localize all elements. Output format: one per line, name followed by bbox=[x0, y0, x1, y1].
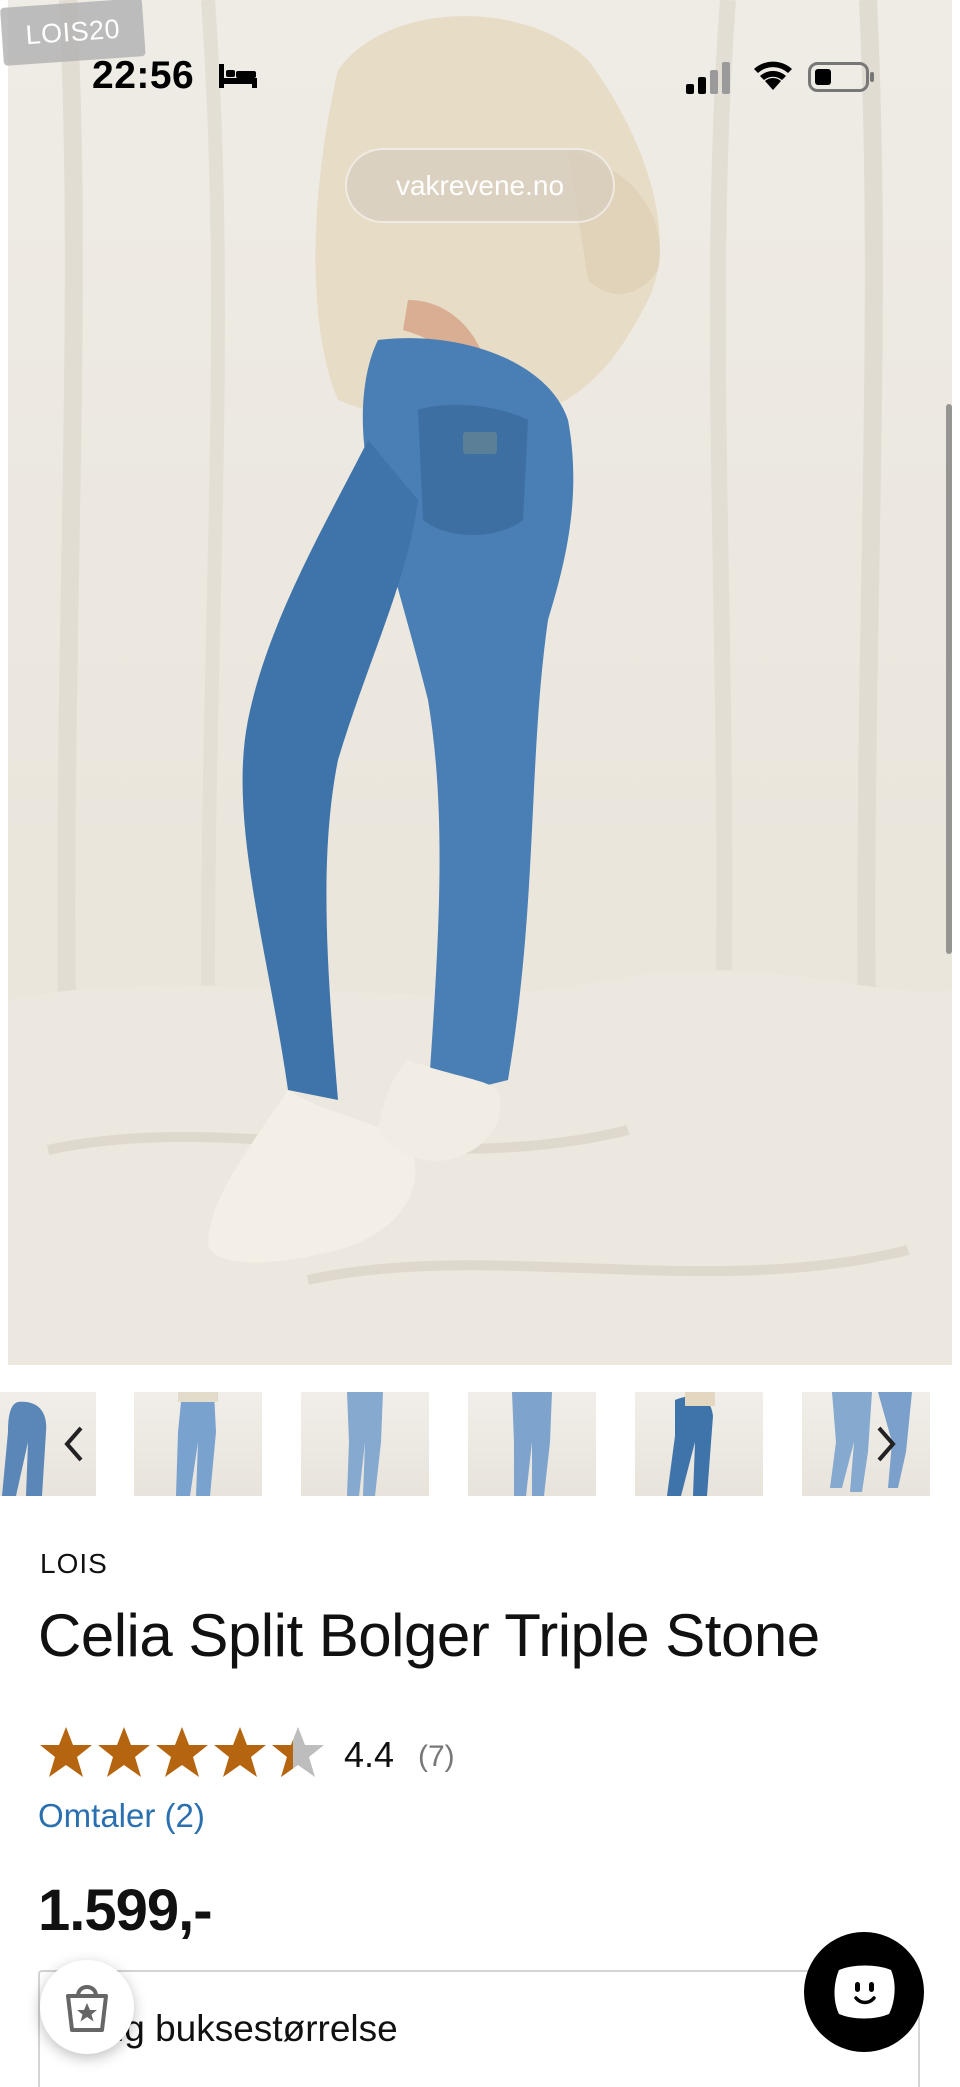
star-filled-icon bbox=[156, 1727, 208, 1777]
gallery-thumbnail[interactable] bbox=[635, 1392, 763, 1496]
product-price: 1.599,- bbox=[38, 1878, 213, 1943]
status-time: 22:56 bbox=[92, 54, 195, 97]
size-select-dropdown[interactable]: ig buksestørrelse bbox=[38, 1970, 920, 2087]
wifi-icon bbox=[754, 61, 792, 90]
gallery-thumbnail-strip bbox=[0, 1392, 960, 1498]
star-filled-icon bbox=[214, 1727, 266, 1777]
gallery-thumbnail[interactable] bbox=[468, 1392, 596, 1496]
shop-rewards-button[interactable] bbox=[40, 1960, 134, 2054]
star-filled-icon bbox=[98, 1727, 150, 1777]
size-select-label: ig buksestørrelse bbox=[116, 2008, 398, 2049]
rating-count: (7) bbox=[418, 1740, 455, 1773]
page-scrollbar[interactable] bbox=[946, 404, 952, 954]
rating-stars[interactable] bbox=[38, 1725, 326, 1781]
gallery-thumbnail[interactable] bbox=[301, 1392, 429, 1496]
rating-value: 4.4 bbox=[344, 1734, 395, 1775]
chevron-left-icon[interactable] bbox=[50, 1420, 98, 1468]
signal-icon bbox=[686, 62, 730, 94]
star-empty-icon bbox=[272, 1727, 324, 1777]
browser-url-bar[interactable]: vakrevene.no bbox=[345, 148, 615, 223]
reviews-link[interactable]: Omtaler (2) bbox=[38, 1797, 205, 1835]
chat-button[interactable] bbox=[804, 1932, 924, 2052]
product-brand[interactable]: LOIS bbox=[40, 1548, 108, 1580]
chat-face-icon bbox=[834, 1965, 895, 2019]
product-title: Celia Split Bolger Triple Stone bbox=[38, 1602, 820, 1669]
gallery-thumbnail[interactable] bbox=[134, 1392, 262, 1496]
shopping-bag-star-icon bbox=[66, 1985, 108, 2032]
star-filled-icon bbox=[40, 1727, 92, 1777]
bed-icon bbox=[219, 64, 257, 88]
chevron-right-icon[interactable] bbox=[862, 1420, 910, 1468]
battery-icon bbox=[808, 62, 874, 92]
